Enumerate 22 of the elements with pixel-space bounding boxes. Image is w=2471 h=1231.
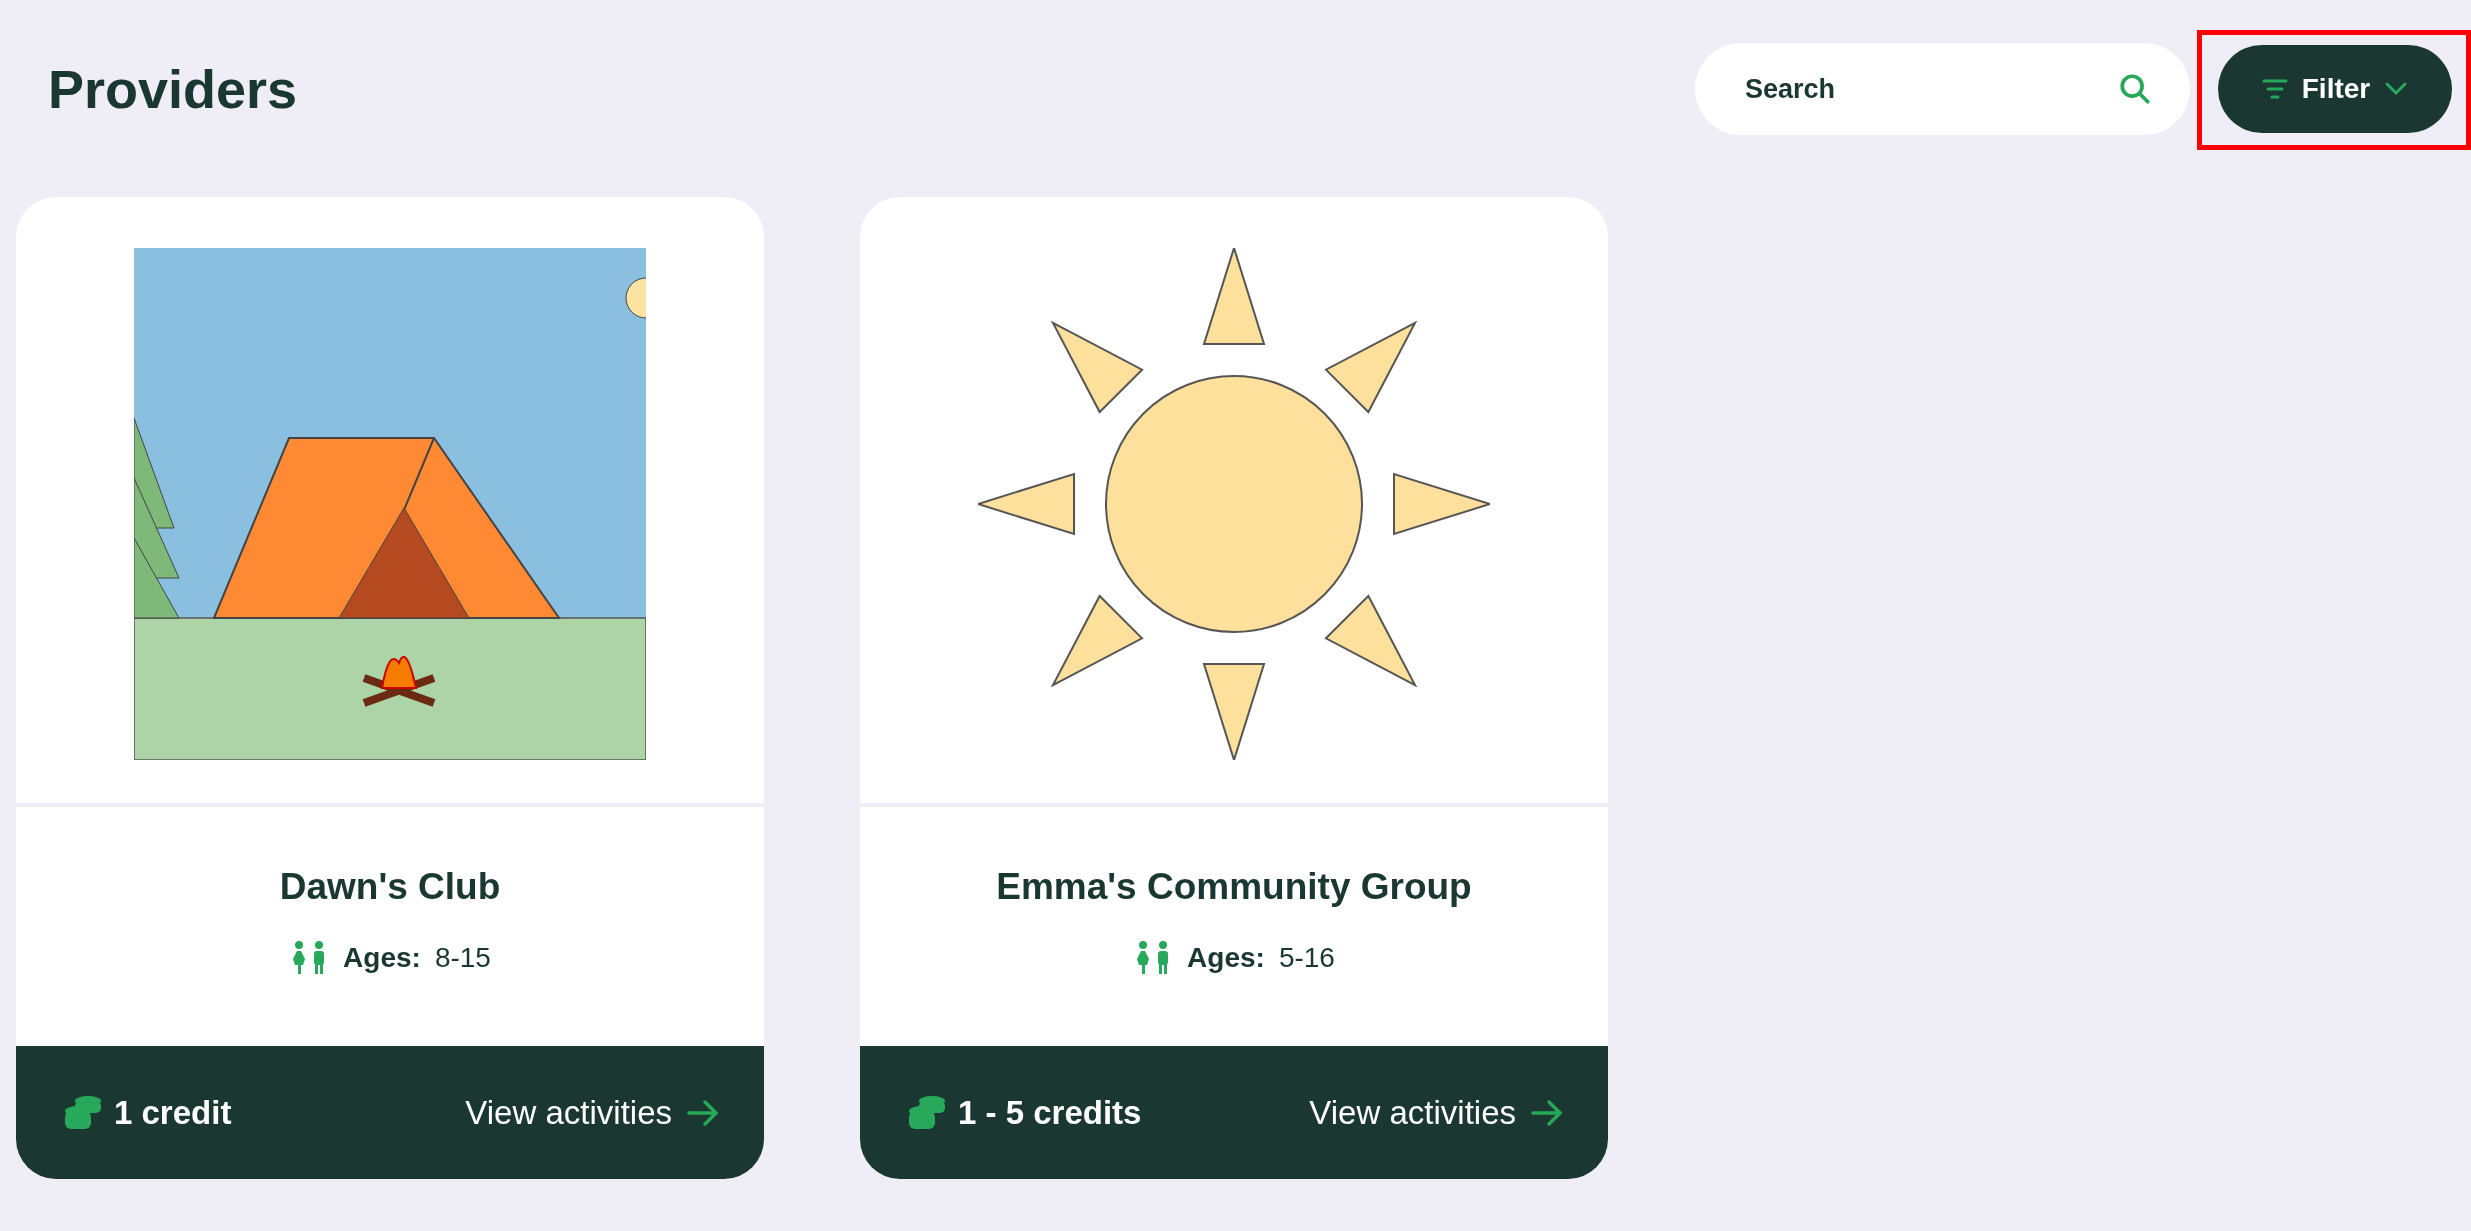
- chevron-down-icon: [2384, 81, 2409, 97]
- arrow-right-icon: [1530, 1098, 1564, 1127]
- provider-card[interactable]: Dawn's Club Ages: 8-15 1 credit View activities: [16, 197, 764, 1179]
- credits-text: 1 credit: [114, 1092, 232, 1133]
- credits-text: 1 - 5 credits: [958, 1092, 1142, 1133]
- arrow-right-icon: [686, 1098, 720, 1127]
- coins-icon: [908, 1094, 946, 1131]
- ages-label: Ages:: [1187, 940, 1265, 975]
- ages-label: Ages:: [343, 940, 421, 975]
- filter-icon: [2261, 78, 2288, 100]
- provider-card[interactable]: Emma's Community Group Ages: 5-16 1 - 5 credits View activities: [860, 197, 1608, 1179]
- view-activities-link[interactable]: View activities: [1309, 1087, 1564, 1138]
- ages-value: 5-16: [1278, 940, 1335, 975]
- page-title: Providers: [48, 57, 298, 121]
- search-icon: [2118, 72, 2152, 106]
- filter-button[interactable]: Filter: [2218, 45, 2452, 133]
- ages-value: 8-15: [434, 940, 491, 975]
- view-activities-link[interactable]: View activities: [465, 1087, 720, 1138]
- provider-name: Dawn's Club: [279, 865, 501, 909]
- coins-icon: [64, 1094, 102, 1131]
- search-field[interactable]: Search: [1695, 43, 2190, 135]
- provider-name: Emma's Community Group: [996, 865, 1472, 909]
